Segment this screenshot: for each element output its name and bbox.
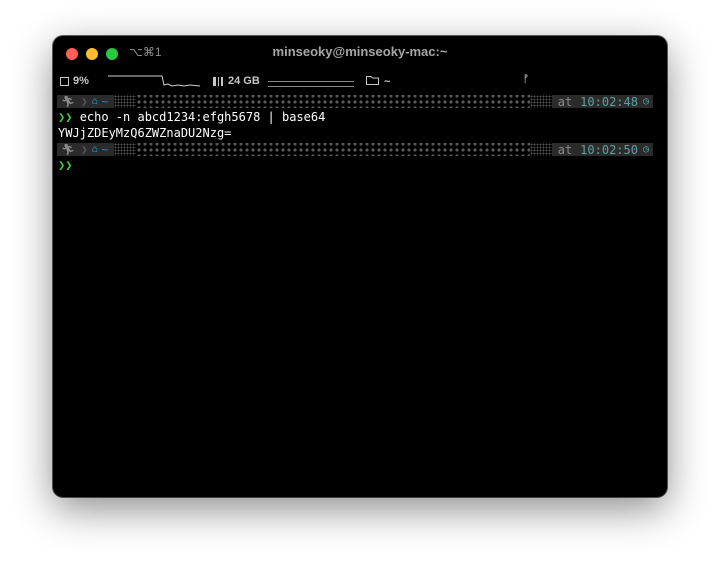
cpu-status: 9% bbox=[60, 75, 89, 87]
prompt-left-segment: 🏃︎ ❯ ⌂ ~ bbox=[57, 95, 115, 108]
separator-icon: ❯ bbox=[80, 143, 88, 156]
input-line[interactable]: ❯❯ bbox=[58, 158, 72, 172]
prompt-left-segment: 🏃︎ ❯ ⌂ ~ bbox=[57, 143, 115, 156]
prompt-time: 10:02:50 bbox=[580, 142, 638, 157]
clock-icon: ◷ bbox=[642, 96, 649, 107]
dither-pattern bbox=[114, 95, 137, 108]
status-bar: 9% 24 GB ~ ᚠ bbox=[53, 72, 667, 92]
prompt-time: 10:02:48 bbox=[580, 94, 638, 109]
dither-pattern bbox=[529, 95, 552, 108]
cpu-value: 9% bbox=[73, 75, 89, 87]
prompt-line: 🏃︎ ❯ ⌂ ~ at 10:02:50 ◷ bbox=[57, 142, 653, 157]
prompt-symbol: ❯❯ bbox=[58, 158, 73, 172]
branch-icon: ᚠ bbox=[523, 74, 529, 85]
memory-status: 24 GB bbox=[213, 75, 260, 87]
folder-value: ~ bbox=[384, 75, 391, 88]
clock-icon: ◷ bbox=[642, 144, 649, 155]
running-man-icon: 🏃︎ bbox=[61, 143, 75, 156]
prompt-filler bbox=[136, 95, 530, 108]
cpu-icon bbox=[60, 76, 69, 86]
command-line: ❯❯ echo -n abcd1234:efgh5678 | base64 bbox=[58, 110, 325, 124]
cpu-sparkline bbox=[108, 75, 200, 87]
prompt-symbol: ❯❯ bbox=[58, 110, 73, 124]
home-icon: ⌂ bbox=[91, 144, 98, 155]
prompt-right-segment: at 10:02:48 ◷ bbox=[551, 94, 653, 109]
window-title: minseoky@minseoky-mac:~ bbox=[272, 44, 448, 59]
memory-value: 24 GB bbox=[228, 75, 260, 87]
prompt-right-segment: at 10:02:50 ◷ bbox=[551, 142, 653, 157]
memory-icon bbox=[213, 76, 223, 86]
at-label: at bbox=[557, 142, 573, 157]
command-text: echo -n abcd1234:efgh5678 | base64 bbox=[79, 110, 326, 124]
folder-status: ~ bbox=[366, 75, 390, 88]
terminal-window: ⌥⌘1 minseoky@minseoky-mac:~ 9% 24 GB ~ ᚠ… bbox=[53, 36, 667, 497]
title-bar: ⌥⌘1 minseoky@minseoky-mac:~ bbox=[53, 36, 667, 70]
running-man-icon: 🏃︎ bbox=[61, 95, 75, 108]
home-icon: ⌂ bbox=[91, 96, 98, 107]
dither-pattern bbox=[529, 143, 552, 156]
cwd-label: ~ bbox=[101, 143, 109, 156]
memory-bar bbox=[268, 81, 354, 87]
separator-icon: ❯ bbox=[80, 95, 88, 108]
folder-icon bbox=[366, 75, 379, 88]
prompt-filler bbox=[136, 143, 530, 156]
cwd-label: ~ bbox=[101, 95, 109, 108]
prompt-line: 🏃︎ ❯ ⌂ ~ at 10:02:48 ◷ bbox=[57, 94, 653, 109]
at-label: at bbox=[557, 94, 573, 109]
command-output: YWJjZDEyMzQ6ZWZnaDU2Nzg= bbox=[58, 126, 232, 140]
dither-pattern bbox=[114, 143, 137, 156]
